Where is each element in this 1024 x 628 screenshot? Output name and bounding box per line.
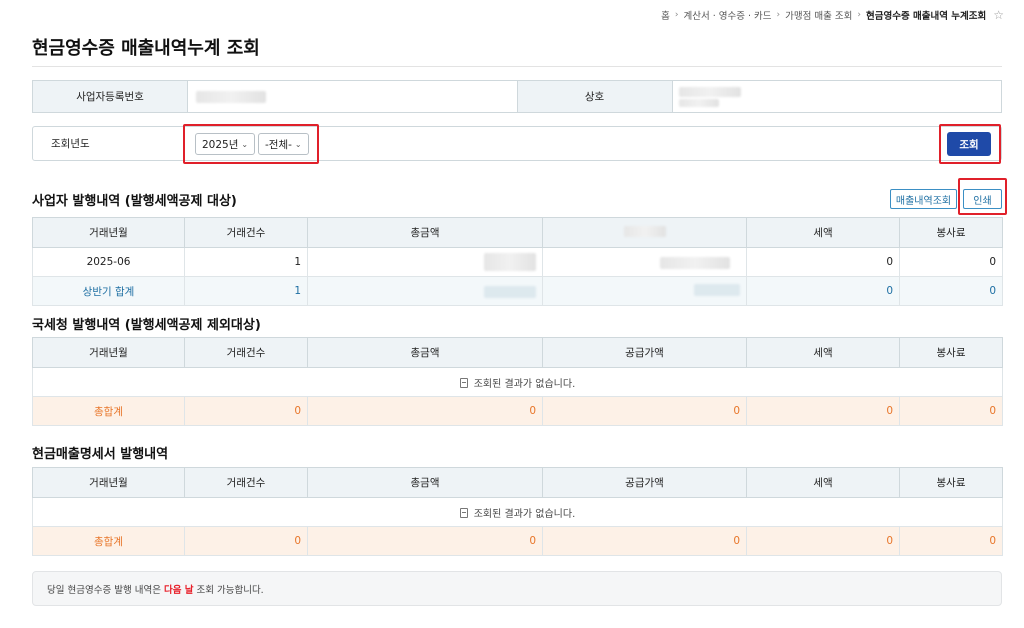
- table-header-row: 거래년월 거래건수 총금액 세액 봉사료: [32, 217, 1003, 248]
- business-section-title: 사업자 발행내역 (발행세액공제 대상): [32, 194, 237, 209]
- col-header: 세액: [746, 337, 900, 368]
- empty-message: 조회된 결과가 없습니다.: [32, 497, 1003, 527]
- business-name-value: [673, 81, 1002, 112]
- breadcrumb-current: 현금영수증 매출내역 누계조회: [865, 11, 987, 22]
- year-label: 조회년도: [51, 138, 90, 150]
- cell-month: 상반기 합계: [32, 276, 185, 306]
- chevron-down-icon: ⌄: [241, 139, 249, 149]
- business-issuance-table: 거래년월 거래건수 총금액 세액 봉사료 2025-06 1 0 0 상반기 합…: [32, 217, 1003, 306]
- col-header: 총금액: [307, 337, 543, 368]
- col-header: 세액: [746, 217, 900, 248]
- col-header: 총금액: [307, 217, 543, 248]
- empty-text: 조회된 결과가 없습니다.: [473, 378, 576, 390]
- col-header: 거래년월: [32, 467, 185, 498]
- col-header: 세액: [746, 467, 900, 498]
- table-row: 2025-06 1 0 0: [32, 247, 1003, 277]
- document-icon: [459, 507, 468, 518]
- cell-tax: 0: [746, 276, 900, 306]
- cell-supply: 0: [542, 526, 747, 556]
- chevron-right-icon: ›: [776, 10, 781, 20]
- col-header: 거래년월: [32, 337, 185, 368]
- col-header: 공급가액: [542, 467, 747, 498]
- page-title: 현금영수증 매출내역누계 조회: [32, 38, 260, 59]
- nts-issuance-table: 거래년월 거래건수 총금액 공급가액 세액 봉사료 조회된 결과가 없습니다. …: [32, 337, 1003, 426]
- empty-text: 조회된 결과가 없습니다.: [473, 508, 576, 520]
- col-header: 봉사료: [899, 217, 1003, 248]
- cell-redacted: [542, 276, 747, 306]
- col-header: 거래건수: [184, 467, 308, 498]
- breadcrumb-invoices[interactable]: 계산서 · 영수증 · 카드: [683, 8, 771, 22]
- cell-count: 0: [184, 396, 308, 426]
- document-icon: [459, 377, 468, 388]
- cell-total-label: 총합계: [32, 526, 185, 556]
- divider: [32, 66, 1002, 67]
- breadcrumb-home[interactable]: 홈: [661, 8, 670, 22]
- notice-box: 당일 현금영수증 발행 내역은 다음 날 조회 가능합니다.: [32, 571, 1002, 606]
- cell-service: 0: [899, 247, 1003, 277]
- year-select-value: 2025년: [202, 138, 239, 151]
- col-header: [542, 217, 747, 248]
- cell-count: 0: [184, 526, 308, 556]
- cell-amount: [307, 276, 543, 306]
- cell-redacted: [542, 247, 747, 277]
- sales-inquiry-button[interactable]: 매출내역조회: [890, 189, 957, 209]
- print-button[interactable]: 인쇄: [963, 189, 1002, 209]
- cell-count: 1: [184, 276, 308, 306]
- empty-message: 조회된 결과가 없습니다.: [32, 367, 1003, 397]
- reg-no-value: [188, 81, 518, 112]
- col-header: 총금액: [307, 467, 543, 498]
- cell-month: 2025-06: [32, 247, 185, 277]
- search-panel: 조회년도: [32, 126, 1002, 161]
- table-header-row: 거래년월 거래건수 총금액 공급가액 세액 봉사료: [32, 467, 1003, 498]
- notice-prefix: 당일 현금영수증 발행 내역은: [47, 584, 161, 596]
- cell-count: 1: [184, 247, 308, 277]
- breadcrumb: 홈 › 계산서 · 영수증 · 카드 › 가맹점 매출 조회 › 현금영수증 매…: [661, 8, 1004, 22]
- total-row: 총합계 0 0 0 0 0: [32, 396, 1003, 426]
- empty-row: 조회된 결과가 없습니다.: [32, 497, 1003, 527]
- chevron-right-icon: ›: [857, 10, 861, 20]
- cell-service: 0: [899, 276, 1003, 306]
- breadcrumb-merchant-sales[interactable]: 가맹점 매출 조회: [785, 8, 852, 22]
- cell-amount: 0: [307, 526, 543, 556]
- table-header-row: 거래년월 거래건수 총금액 공급가액 세액 봉사료: [32, 337, 1003, 368]
- period-select-value: -전체-: [265, 138, 292, 151]
- chevron-down-icon: ⌄: [294, 139, 302, 149]
- cell-tax: 0: [746, 247, 900, 277]
- cell-tax: 0: [746, 526, 900, 556]
- col-header: 거래건수: [184, 337, 308, 368]
- empty-row: 조회된 결과가 없습니다.: [32, 367, 1003, 397]
- business-info-table: 사업자등록번호 상호: [32, 80, 1002, 113]
- cell-service: 0: [899, 396, 1003, 426]
- period-select[interactable]: -전체- ⌄: [258, 133, 309, 155]
- star-icon[interactable]: ☆: [993, 8, 1004, 22]
- col-header: 공급가액: [542, 337, 747, 368]
- cell-total-label: 총합계: [32, 396, 185, 426]
- notice-suffix: 조회 가능합니다.: [196, 584, 264, 596]
- reg-no-label: 사업자등록번호: [33, 81, 188, 112]
- search-button[interactable]: 조회: [947, 132, 991, 156]
- subtotal-row: 상반기 합계 1 0 0: [32, 276, 1003, 306]
- col-header: 봉사료: [899, 337, 1003, 368]
- cell-amount: 0: [307, 396, 543, 426]
- year-select[interactable]: 2025년 ⌄: [195, 133, 256, 155]
- nts-section-title: 국세청 발행내역 (발행세액공제 제외대상): [32, 318, 261, 333]
- col-header: 봉사료: [899, 467, 1003, 498]
- notice-highlight: 다음 날: [163, 584, 194, 596]
- statement-issuance-table: 거래년월 거래건수 총금액 공급가액 세액 봉사료 조회된 결과가 없습니다. …: [32, 467, 1003, 556]
- statement-section-title: 현금매출명세서 발행내역: [32, 447, 169, 462]
- total-row: 총합계 0 0 0 0 0: [32, 526, 1003, 556]
- cell-tax: 0: [746, 396, 900, 426]
- cell-supply: 0: [542, 396, 747, 426]
- col-header: 거래건수: [184, 217, 308, 248]
- col-header: 거래년월: [32, 217, 185, 248]
- cell-amount: [307, 247, 543, 277]
- cell-service: 0: [899, 526, 1003, 556]
- chevron-right-icon: ›: [674, 10, 679, 20]
- business-name-label: 상호: [517, 81, 673, 112]
